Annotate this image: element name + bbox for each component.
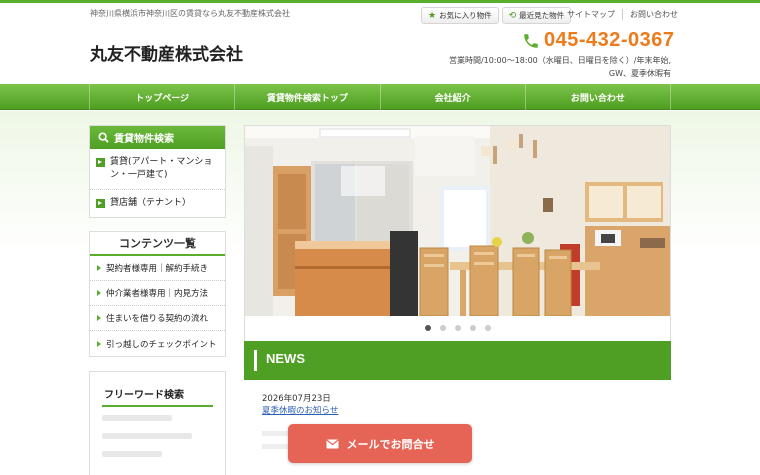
business-hours: 営業時間/10:00～18:00（水曜日、日曜日を除く）/年末年始, GW、夏季… bbox=[449, 54, 671, 80]
history-icon: ⟲ bbox=[508, 10, 517, 21]
company-logo[interactable]: 丸友不動産株式会社 bbox=[90, 40, 243, 65]
freeword-blurred-content bbox=[90, 407, 225, 475]
contents-title: コンテンツ一覧 bbox=[90, 232, 225, 256]
triangle-icon bbox=[97, 290, 101, 296]
hours-line-2: GW、夏季休暇有 bbox=[608, 69, 671, 78]
contents-item-label: 仲介業者様専用｜内見方法 bbox=[106, 289, 209, 299]
slider-dot[interactable] bbox=[469, 325, 476, 331]
hours-line-1: 営業時間/10:00～18:00（水曜日、日曜日を除く）/年末年始, bbox=[448, 56, 671, 65]
triangle-icon bbox=[97, 265, 101, 271]
favorites-label: お気に入り物件 bbox=[439, 11, 492, 20]
header-buttons: ★ お気に入り物件 ⟲ 最近見た物件 bbox=[421, 7, 572, 24]
news-date: 2026年07月23日 bbox=[262, 394, 331, 404]
star-icon: ★ bbox=[428, 10, 437, 21]
global-nav: トップページ 賃貸物件検索トップ 会社紹介 お問い合わせ bbox=[0, 84, 760, 110]
slider-dot[interactable] bbox=[424, 325, 431, 331]
contents-item-viewing[interactable]: 仲介業者様専用｜内見方法 bbox=[90, 281, 225, 306]
freeword-title: フリーワード検索 bbox=[104, 390, 184, 401]
nav-item-top[interactable]: トップページ bbox=[89, 84, 234, 110]
hero-slider[interactable] bbox=[244, 125, 671, 343]
phone-number[interactable]: 045-432-0367 bbox=[522, 29, 675, 52]
site-tagline: 神奈川県横浜市神奈川区の賃貸なら丸友不動産株式会社 bbox=[90, 9, 290, 18]
mail-icon bbox=[325, 439, 339, 448]
contents-item-cancellation[interactable]: 契約者様専用｜解約手続き bbox=[90, 256, 225, 281]
contents-box: コンテンツ一覧 契約者様専用｜解約手続き 仲介業者様専用｜内見方法 住まいを借り… bbox=[89, 231, 226, 357]
sitemap-link[interactable]: サイトマップ bbox=[560, 9, 622, 20]
search-item-residential[interactable]: 賃貸(アパート・マンション・一戸建て) bbox=[90, 149, 225, 190]
search-icon bbox=[98, 132, 109, 143]
contact-link[interactable]: お問い合わせ bbox=[622, 9, 685, 20]
rental-search-box: 賃貸物件検索 賃貸(アパート・マンション・一戸建て) 貸店舗（テナント） bbox=[89, 125, 226, 218]
news-title: NEWS bbox=[266, 351, 305, 366]
contents-item-moving-checkpoints[interactable]: 引っ越しのチェックポイント bbox=[90, 331, 225, 356]
contents-item-contract-flow[interactable]: 住まいを借りる契約の流れ bbox=[90, 306, 225, 331]
recent-label: 最近見た物件 bbox=[519, 11, 565, 20]
triangle-icon bbox=[97, 340, 101, 347]
contents-item-label: 引っ越しのチェックポイント bbox=[106, 339, 217, 350]
favorites-button[interactable]: ★ お気に入り物件 bbox=[421, 7, 499, 24]
slider-dot[interactable] bbox=[454, 325, 461, 331]
contents-item-label: 契約者様専用｜解約手続き bbox=[106, 264, 209, 274]
rental-search-title: 賃貸物件検索 bbox=[114, 134, 174, 145]
triangle-icon bbox=[97, 315, 101, 321]
contents-item-label: 住まいを借りる契約の流れ bbox=[106, 314, 209, 324]
rental-search-header: 賃貸物件検索 bbox=[90, 126, 225, 149]
freeword-box: フリーワード検索 bbox=[89, 371, 226, 475]
slider-dots bbox=[245, 325, 670, 331]
arrow-square-icon bbox=[96, 158, 105, 167]
slider-dot[interactable] bbox=[439, 325, 446, 331]
top-accent-line bbox=[0, 0, 760, 3]
kitchen-photo bbox=[245, 126, 670, 316]
arrow-square-icon bbox=[96, 199, 105, 208]
mail-contact-button[interactable]: メールでお問合せ bbox=[288, 424, 472, 463]
phone-icon bbox=[524, 33, 538, 48]
mail-button-label: メールでお問合せ bbox=[346, 437, 435, 451]
nav-item-company[interactable]: 会社紹介 bbox=[379, 84, 525, 110]
search-item-label: 賃貸(アパート・マンション・一戸建て) bbox=[110, 157, 213, 180]
news-link[interactable]: 夏季休暇のお知らせ bbox=[262, 404, 338, 416]
utility-links: サイトマップ お問い合わせ bbox=[560, 9, 685, 20]
nav-item-contact[interactable]: お問い合わせ bbox=[524, 84, 671, 110]
news-header: NEWS bbox=[244, 341, 671, 380]
nav-item-rental-search[interactable]: 賃貸物件検索トップ bbox=[234, 84, 379, 110]
slider-dot[interactable] bbox=[484, 325, 491, 331]
search-item-store[interactable]: 貸店舗（テナント） bbox=[90, 190, 225, 217]
search-item-label: 貸店舗（テナント） bbox=[110, 198, 192, 208]
phone-text: 045-432-0367 bbox=[544, 29, 675, 51]
news-header-bar bbox=[254, 350, 257, 371]
